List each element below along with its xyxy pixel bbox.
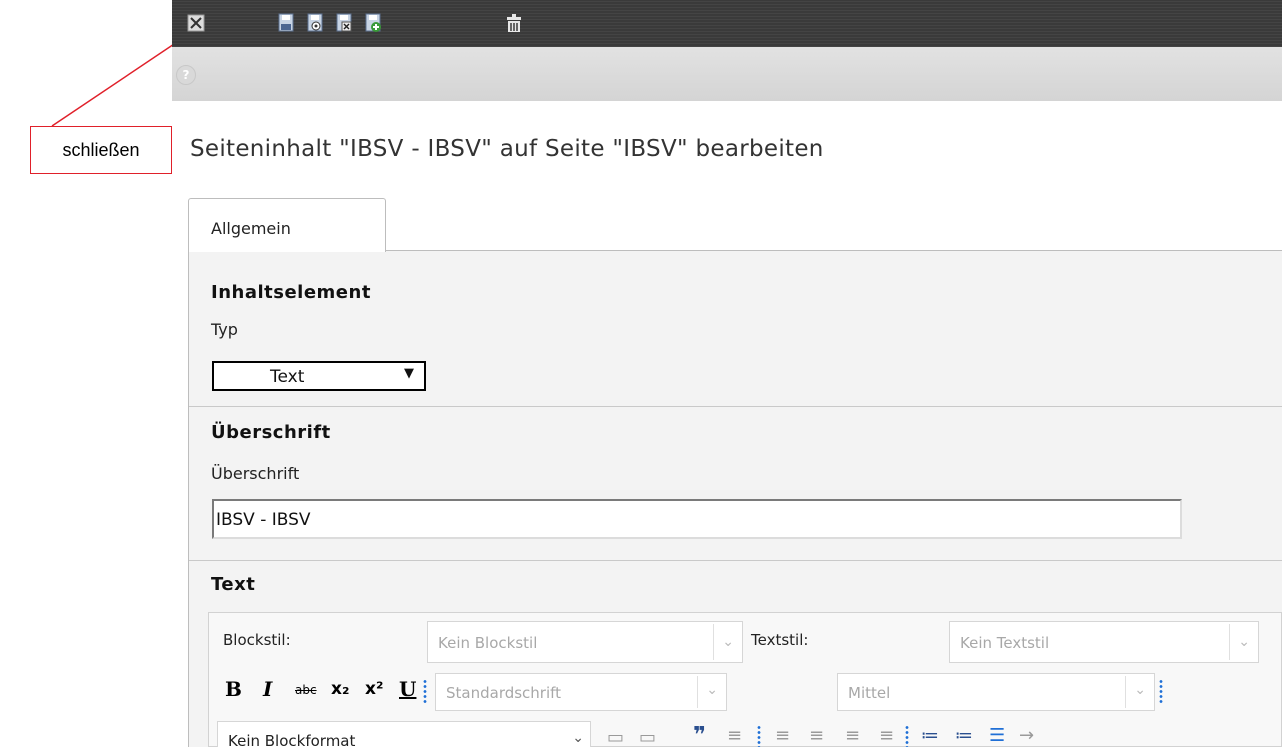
subscript-button[interactable]: x₂	[331, 679, 349, 699]
annotation-label: schließen	[62, 139, 140, 160]
next-icon[interactable]: →	[1019, 725, 1034, 746]
font-size-select-value: Mittel	[848, 684, 891, 702]
save-close-icon	[336, 13, 352, 32]
delete-icon	[507, 14, 521, 32]
tab-label: Allgemein	[211, 219, 291, 238]
rich-text-editor: Blockstil: Kein Blockstil ⌄ Textstil: Ke…	[208, 612, 1282, 747]
page-title: Seiteninhalt "IBSV - IBSV" auf Seite "IB…	[190, 136, 824, 162]
underline-button[interactable]: U	[399, 677, 416, 701]
align-right-icon[interactable]: ≡	[845, 725, 860, 746]
tab-allgemein[interactable]: Allgemein	[188, 198, 386, 252]
save-button[interactable]	[276, 12, 296, 34]
italic-button[interactable]: I	[263, 677, 272, 701]
textstyle-value: Kein Textstil	[960, 634, 1050, 652]
unordered-list-icon[interactable]: ≔	[955, 725, 973, 746]
save-icon	[278, 13, 294, 32]
doc-header-subbar	[172, 47, 1282, 101]
blockstyle-label: Blockstil:	[223, 631, 291, 649]
blockformat-select-value: Kein Blockformat	[228, 732, 356, 747]
doc-header-toolbar	[172, 0, 1282, 47]
toolbar-separator	[1159, 679, 1163, 705]
header-input-value: IBSV - IBSV	[216, 510, 311, 530]
section-title-header: Überschrift	[211, 422, 331, 443]
save-new-button[interactable]	[363, 12, 383, 34]
section-title-content-element: Inhaltselement	[211, 282, 371, 303]
align-center-icon[interactable]: ≡	[809, 725, 824, 746]
indent-icon[interactable]: ▭	[607, 727, 624, 747]
save-new-icon	[365, 13, 381, 32]
delete-button[interactable]	[504, 12, 524, 34]
bold-button[interactable]: B	[225, 677, 242, 701]
font-select[interactable]: Standardschrift ⌄	[435, 673, 727, 711]
blockquote-icon[interactable]: ❞	[693, 723, 706, 747]
section-title-text: Text	[211, 574, 256, 595]
font-select-value: Standardschrift	[446, 684, 562, 702]
editor-window: ? Seiteninhalt "IBSV - IBSV" auf Seite "…	[172, 0, 1282, 747]
blockformat-select[interactable]: Kein Blockformat ⌄	[217, 721, 591, 747]
save-view-button[interactable]	[305, 12, 325, 34]
ordered-list-icon[interactable]: ≔	[921, 725, 939, 746]
header-input[interactable]: IBSV - IBSV	[212, 499, 1182, 539]
chevron-down-icon: ⌄	[1238, 634, 1250, 650]
help-icon[interactable]: ?	[176, 65, 196, 85]
blockstyle-value: Kein Blockstil	[438, 634, 538, 652]
type-select[interactable]: Text ▼	[212, 361, 426, 391]
section-divider	[189, 560, 1282, 561]
toolbar-separator	[905, 725, 909, 747]
chevron-down-icon: ⌄	[722, 634, 734, 650]
chevron-down-icon: ⌄	[706, 682, 718, 698]
chevron-down-icon: ▼	[404, 366, 414, 381]
align-left-icon[interactable]: ≡	[775, 725, 790, 746]
toolbar-separator	[757, 725, 761, 747]
horizontal-rule-icon[interactable]: ☰	[989, 725, 1005, 746]
section-divider	[189, 406, 1282, 407]
textstyle-label: Textstil:	[751, 631, 809, 649]
outdent-icon[interactable]: ▭	[639, 727, 656, 747]
type-label: Typ	[211, 320, 238, 339]
strikethrough-button[interactable]: abc	[295, 683, 317, 697]
type-select-value: Text	[270, 367, 305, 387]
chevron-down-icon: ⌄	[1134, 682, 1146, 698]
toolbar-separator	[423, 679, 427, 705]
header-field-label: Überschrift	[211, 464, 300, 483]
superscript-button[interactable]: x²	[365, 679, 383, 699]
textstyle-select[interactable]: Kein Textstil ⌄	[949, 621, 1259, 663]
save-close-button[interactable]	[334, 12, 354, 34]
close-button[interactable]	[186, 12, 206, 34]
align-justify-icon[interactable]: ≡	[879, 725, 894, 746]
font-size-select[interactable]: Mittel ⌄	[837, 673, 1155, 711]
save-view-icon	[307, 13, 323, 32]
chevron-down-icon: ⌄	[572, 730, 584, 746]
annotation-callout: schließen	[30, 126, 172, 174]
blockstyle-select[interactable]: Kein Blockstil ⌄	[427, 621, 743, 663]
close-icon	[187, 14, 205, 32]
text-indicator-icon[interactable]: ≡	[727, 725, 742, 746]
